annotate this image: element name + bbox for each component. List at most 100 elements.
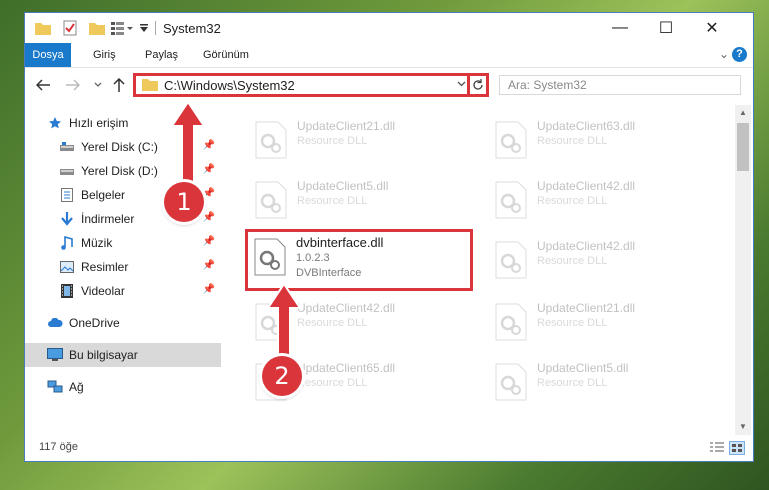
pin-icon[interactable]: 📌 [203,212,215,223]
sidebar-item-pictures[interactable]: Resimler 📌 [25,255,221,279]
forward-arrow-icon[interactable] [63,75,83,95]
file-type: Resource DLL [537,317,608,329]
video-icon [59,283,75,299]
vertical-scrollbar[interactable]: ▲ ▼ [735,105,751,435]
refresh-button[interactable] [467,73,489,97]
sidebar-item-videos[interactable]: Videolar 📌 [25,279,221,303]
network-icon [47,379,63,395]
sidebar-item-label: Yerel Disk (C:) [81,140,158,154]
ribbon-expand-icon[interactable]: ⌄ [719,47,729,61]
title-separator [155,21,156,35]
close-button[interactable]: ✕ [689,13,735,43]
list-item[interactable]: UpdateClient21.dll Resource DLL [485,295,715,349]
sidebar-item-label: Resimler [81,260,129,274]
item-count: 117 öğe [39,441,78,453]
dll-file-icon [495,181,527,219]
tab-file[interactable]: Dosya [25,43,71,67]
pin-icon[interactable]: 📌 [203,236,215,247]
help-icon[interactable]: ? [732,47,747,62]
file-name: UpdateClient5.dll [537,361,629,375]
refresh-icon [473,79,483,90]
sidebar-item-label: Yerel Disk (D:) [81,164,158,178]
ribbon-tabs: Dosya Giriş Paylaş Görünüm ⌄ ? [25,43,753,68]
file-type: Resource DLL [297,135,368,147]
tab-home[interactable]: Giriş [83,43,126,67]
sidebar-item-network[interactable]: Ağ [25,375,221,399]
folder-icon[interactable] [35,19,51,37]
music-icon [59,235,75,251]
dll-file-icon [495,303,527,341]
maximize-button[interactable]: ☐ [643,13,689,43]
dll-file-icon [495,241,527,279]
navigation-bar: C:\Windows\System32 Ara: System32 [25,71,753,99]
properties-check-icon[interactable] [63,19,77,37]
scroll-thumb[interactable] [737,123,749,171]
sidebar-item-onedrive[interactable]: OneDrive [25,311,221,335]
recent-locations-chevron-icon[interactable] [91,75,105,95]
file-type: Resource DLL [537,377,608,389]
new-folder-icon[interactable] [89,19,105,37]
tab-share[interactable]: Paylaş [135,43,188,67]
drive-icon [59,139,75,155]
address-dropdown-icon[interactable] [457,79,466,90]
sidebar-item-label: Bu bilgisayar [69,348,138,362]
file-type: Resource DLL [297,377,368,389]
dll-file-icon [255,181,287,219]
cloud-icon [47,315,63,331]
file-name: UpdateClient63.dll [537,119,636,133]
sidebar-item-label: Hızlı erişim [69,116,129,130]
sidebar-item-this-pc[interactable]: Bu bilgisayar [25,343,221,367]
list-item[interactable]: UpdateClient42.dll Resource DLL [485,173,715,227]
file-list: UpdateClient21.dll Resource DLL UpdateCl… [235,105,735,435]
dll-file-icon [254,238,286,276]
computer-icon [47,347,63,363]
file-description: DVBInterface [296,267,362,279]
list-item[interactable]: UpdateClient63.dll Resource DLL [485,113,715,167]
list-item[interactable]: UpdateClient21.dll Resource DLL [245,113,475,167]
tab-view[interactable]: Görünüm [193,43,259,67]
details-view-icon[interactable] [709,441,725,455]
star-icon [47,115,63,131]
sidebar-item-label: İndirmeler [81,212,135,226]
list-item[interactable]: UpdateClient5.dll Resource DLL [245,173,475,227]
file-name: UpdateClient42.dll [537,179,636,193]
sidebar-item-label: OneDrive [69,316,120,330]
list-item[interactable]: UpdateClient5.dll Resource DLL [485,355,715,409]
file-type: Resource DLL [537,135,608,147]
address-bar[interactable]: C:\Windows\System32 [133,73,489,97]
download-icon [59,211,75,227]
file-name: UpdateClient42.dll [297,301,396,315]
up-arrow-icon[interactable] [109,75,129,95]
drive-icon [59,163,75,179]
address-path[interactable]: C:\Windows\System32 [164,78,295,93]
sidebar-item-label: Belgeler [81,188,126,202]
title-bar: System32 — ☐ ✕ [25,13,753,43]
step-badge-2: 2 [262,356,302,396]
pin-icon[interactable]: 📌 [203,260,215,271]
step-badge-1: 1 [164,182,204,222]
minimize-button[interactable]: — [597,13,643,43]
quick-access-dropdown-icon[interactable] [139,19,149,37]
pin-icon[interactable]: 📌 [203,284,215,295]
file-type: Resource DLL [297,195,368,207]
pictures-icon [59,259,75,275]
file-type: Resource DLL [537,255,608,267]
back-arrow-icon[interactable] [33,75,53,95]
window-title: System32 [163,21,221,36]
list-item[interactable]: UpdateClient42.dll Resource DLL [485,233,715,287]
tiles-view-icon[interactable] [729,441,745,455]
view-options-icon[interactable] [111,19,133,37]
file-version: 1.0.2.3 [296,252,330,264]
file-name: UpdateClient42.dll [537,239,636,253]
sidebar-item-music[interactable]: Müzik 📌 [25,231,221,255]
sidebar-item-label: Ağ [69,380,84,394]
file-name: dvbinterface.dll [296,235,384,250]
file-name: UpdateClient65.dll [297,361,396,375]
scroll-up-icon[interactable]: ▲ [735,105,751,121]
scroll-down-icon[interactable]: ▼ [735,419,751,435]
file-name: UpdateClient21.dll [297,119,396,133]
search-input[interactable]: Ara: System32 [499,75,741,95]
dll-file-icon [495,363,527,401]
sidebar-item-label: Videolar [81,284,125,298]
address-folder-icon [142,77,158,94]
